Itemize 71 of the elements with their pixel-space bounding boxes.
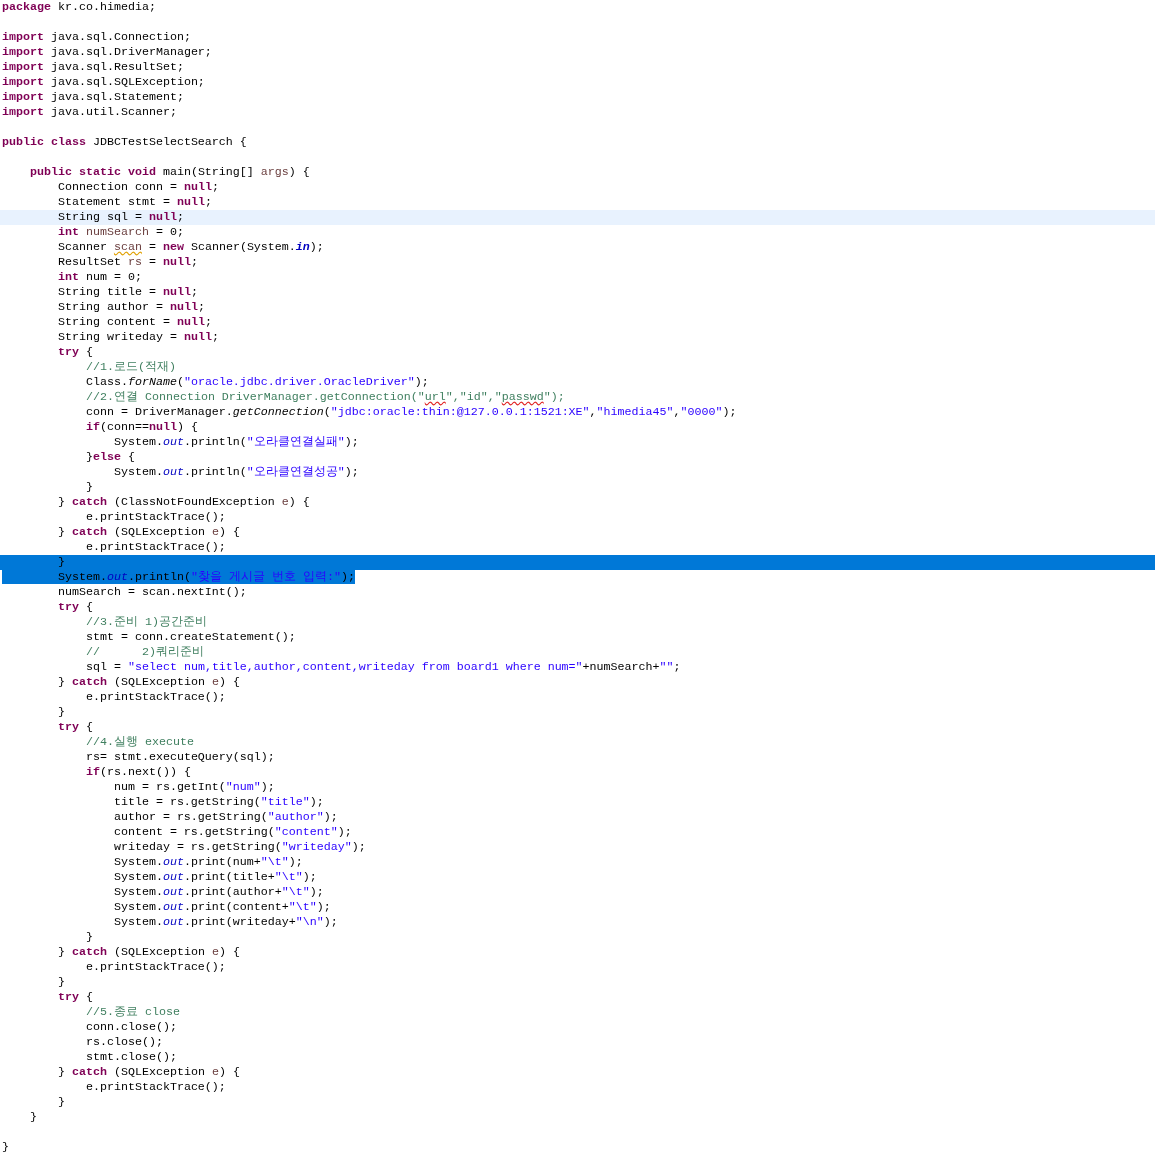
code-line: System.out.print(content+"\t"); xyxy=(112,900,332,915)
code-line: //1.로드(적재) xyxy=(84,360,177,375)
code-line: Connection conn = null; xyxy=(56,180,220,195)
code-line: ResultSet rs = null; xyxy=(56,255,199,270)
code-line: //2.연결 Connection DriverManager.getConnection("url","id","passwd"); xyxy=(84,390,566,405)
code-line: author = rs.getString("author"); xyxy=(112,810,339,825)
code-line: System.out.println("오라클연결실패"); xyxy=(112,435,360,450)
code-line: int numSearch = 0; xyxy=(56,225,185,240)
code-line: public static void main(String[] args) { xyxy=(29,165,311,180)
code-line: String title = null; xyxy=(56,285,199,300)
code-line: e.printStackTrace(); xyxy=(84,690,227,705)
code-line: conn = DriverManager.getConnection("jdbc:oracle:thin:@127.0.0.1:1521:XE","himedia45","0000"); xyxy=(84,405,738,420)
code-line: System.out.print(author+"\t"); xyxy=(112,885,325,900)
code-line: Class.forName("oracle.jdbc.driver.OracleDriver"); xyxy=(84,375,430,390)
code-line: } catch (SQLException e) { xyxy=(56,1065,241,1080)
code-line: writeday = rs.getString("writeday"); xyxy=(112,840,367,855)
code-line: conn.close(); xyxy=(84,1020,178,1035)
code-line: if(rs.next()) { xyxy=(84,765,192,780)
code-line: content = rs.getString("content"); xyxy=(112,825,353,840)
code-line: e.printStackTrace(); xyxy=(84,1080,227,1095)
code-line: // 2)쿼리준비 xyxy=(84,645,205,660)
code-line: String writeday = null; xyxy=(56,330,220,345)
code-line: import java.sql.Statement; xyxy=(1,90,185,105)
code-line: stmt = conn.createStatement(); xyxy=(84,630,297,645)
code-line: package kr.co.himedia; xyxy=(1,0,157,15)
code-line: if(conn==null) { xyxy=(84,420,199,435)
code-line: e.printStackTrace(); xyxy=(84,540,227,555)
code-line: rs.close(); xyxy=(84,1035,164,1050)
code-line: System.out.println("오라클연결성공"); xyxy=(112,465,360,480)
code-line: } xyxy=(56,975,66,990)
code-line: numSearch = scan.nextInt(); xyxy=(56,585,248,600)
code-line: num = rs.getInt("num"); xyxy=(112,780,276,795)
code-line: import java.sql.DriverManager; xyxy=(1,45,213,60)
code-line: rs= stmt.executeQuery(sql); xyxy=(84,750,276,765)
code-line: e.printStackTrace(); xyxy=(84,960,227,975)
code-line: } catch (SQLException e) { xyxy=(56,675,241,690)
code-line: }else { xyxy=(84,450,136,465)
code-line: e.printStackTrace(); xyxy=(84,510,227,525)
code-line: sql = "select num,title,author,content,writeday from board1 where num="+numSearch+""; xyxy=(84,660,682,675)
code-line: } xyxy=(56,705,66,720)
code-line: Scanner scan = new Scanner(System.in); xyxy=(56,240,325,255)
code-line: //4.실행 execute xyxy=(84,735,195,750)
code-line: } xyxy=(1,1140,10,1155)
code-line: } catch (SQLException e) { xyxy=(56,945,241,960)
code-line: try { xyxy=(56,720,94,735)
code-line: } catch (SQLException e) { xyxy=(56,525,241,540)
code-line: System.out.println("찾을 게시글 번호 입력:"); xyxy=(0,570,1155,585)
code-line: public class JDBCTestSelectSearch { xyxy=(1,135,248,150)
code-line: Statement stmt = null; xyxy=(56,195,213,210)
code-line: int num = 0; xyxy=(56,270,143,285)
code-line: //3.준비 1)공간준비 xyxy=(84,615,208,630)
code-line: try { xyxy=(56,990,94,1005)
code-line: System.out.print(title+"\t"); xyxy=(112,870,318,885)
code-line: } xyxy=(29,1110,38,1125)
code-line: import java.sql.ResultSet; xyxy=(1,60,185,75)
code-line: title = rs.getString("title"); xyxy=(112,795,325,810)
code-line: } catch (ClassNotFoundException e) { xyxy=(56,495,311,510)
code-line: String author = null; xyxy=(56,300,206,315)
code-line: String content = null; xyxy=(56,315,213,330)
code-line: System.out.print(num+"\t"); xyxy=(112,855,304,870)
code-line: //5.종료 close xyxy=(84,1005,181,1020)
code-line: System.out.print(writeday+"\n"); xyxy=(112,915,339,930)
code-line: import java.sql.SQLException; xyxy=(1,75,206,90)
code-line: import java.util.Scanner; xyxy=(1,105,178,120)
code-line: import java.sql.Connection; xyxy=(1,30,192,45)
code-line: } xyxy=(84,480,94,495)
code-line: } xyxy=(56,1095,66,1110)
code-line: try { xyxy=(56,345,94,360)
code-line: } xyxy=(84,930,94,945)
code-line: try { xyxy=(56,600,94,615)
code-line: stmt.close(); xyxy=(84,1050,178,1065)
